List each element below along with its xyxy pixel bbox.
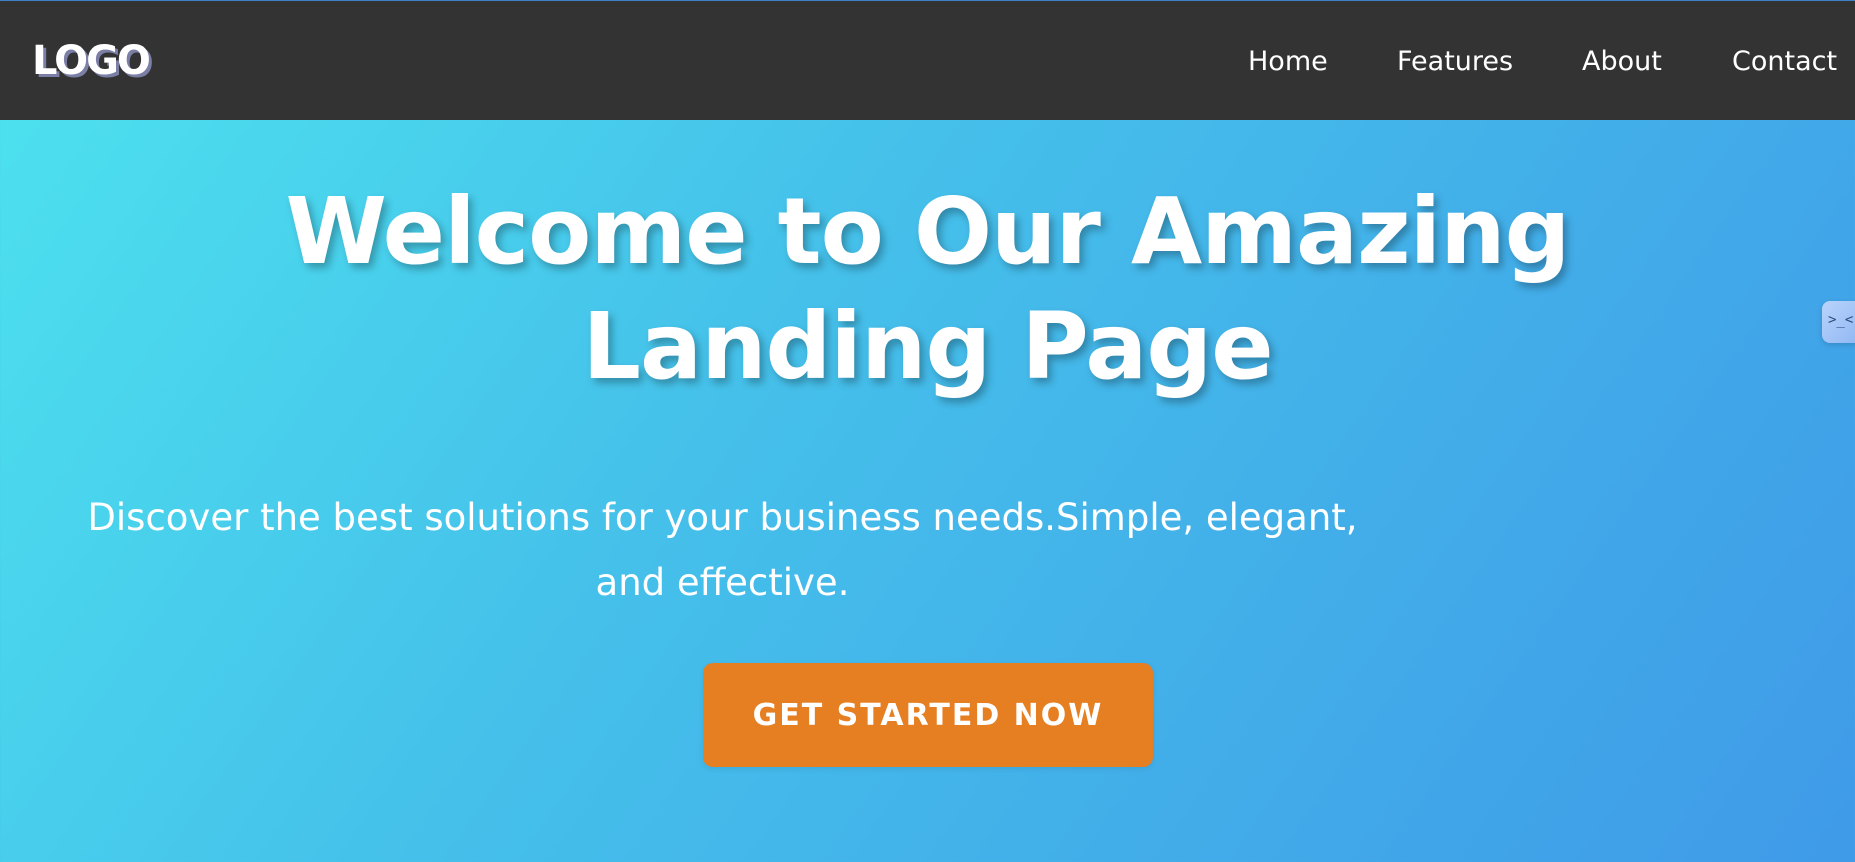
hero-title: Welcome to Our Amazing Landing Page [285,178,1570,400]
hero-subtitle: Discover the best solutions for your bus… [87,496,1358,604]
assistant-icon: >_< [1828,312,1854,328]
nav-link-about[interactable]: About [1582,45,1662,79]
assistant-widget-button[interactable]: >_< [1822,301,1855,343]
navbar: LOGO Home Features About Contact [0,1,1855,120]
logo[interactable]: LOGO [32,38,151,84]
nav-link-features[interactable]: Features [1397,45,1513,79]
nav-link-contact[interactable]: Contact [1732,45,1837,79]
nav-link-home[interactable]: Home [1248,45,1328,79]
get-started-button[interactable]: GET STARTED NOW [703,663,1153,767]
